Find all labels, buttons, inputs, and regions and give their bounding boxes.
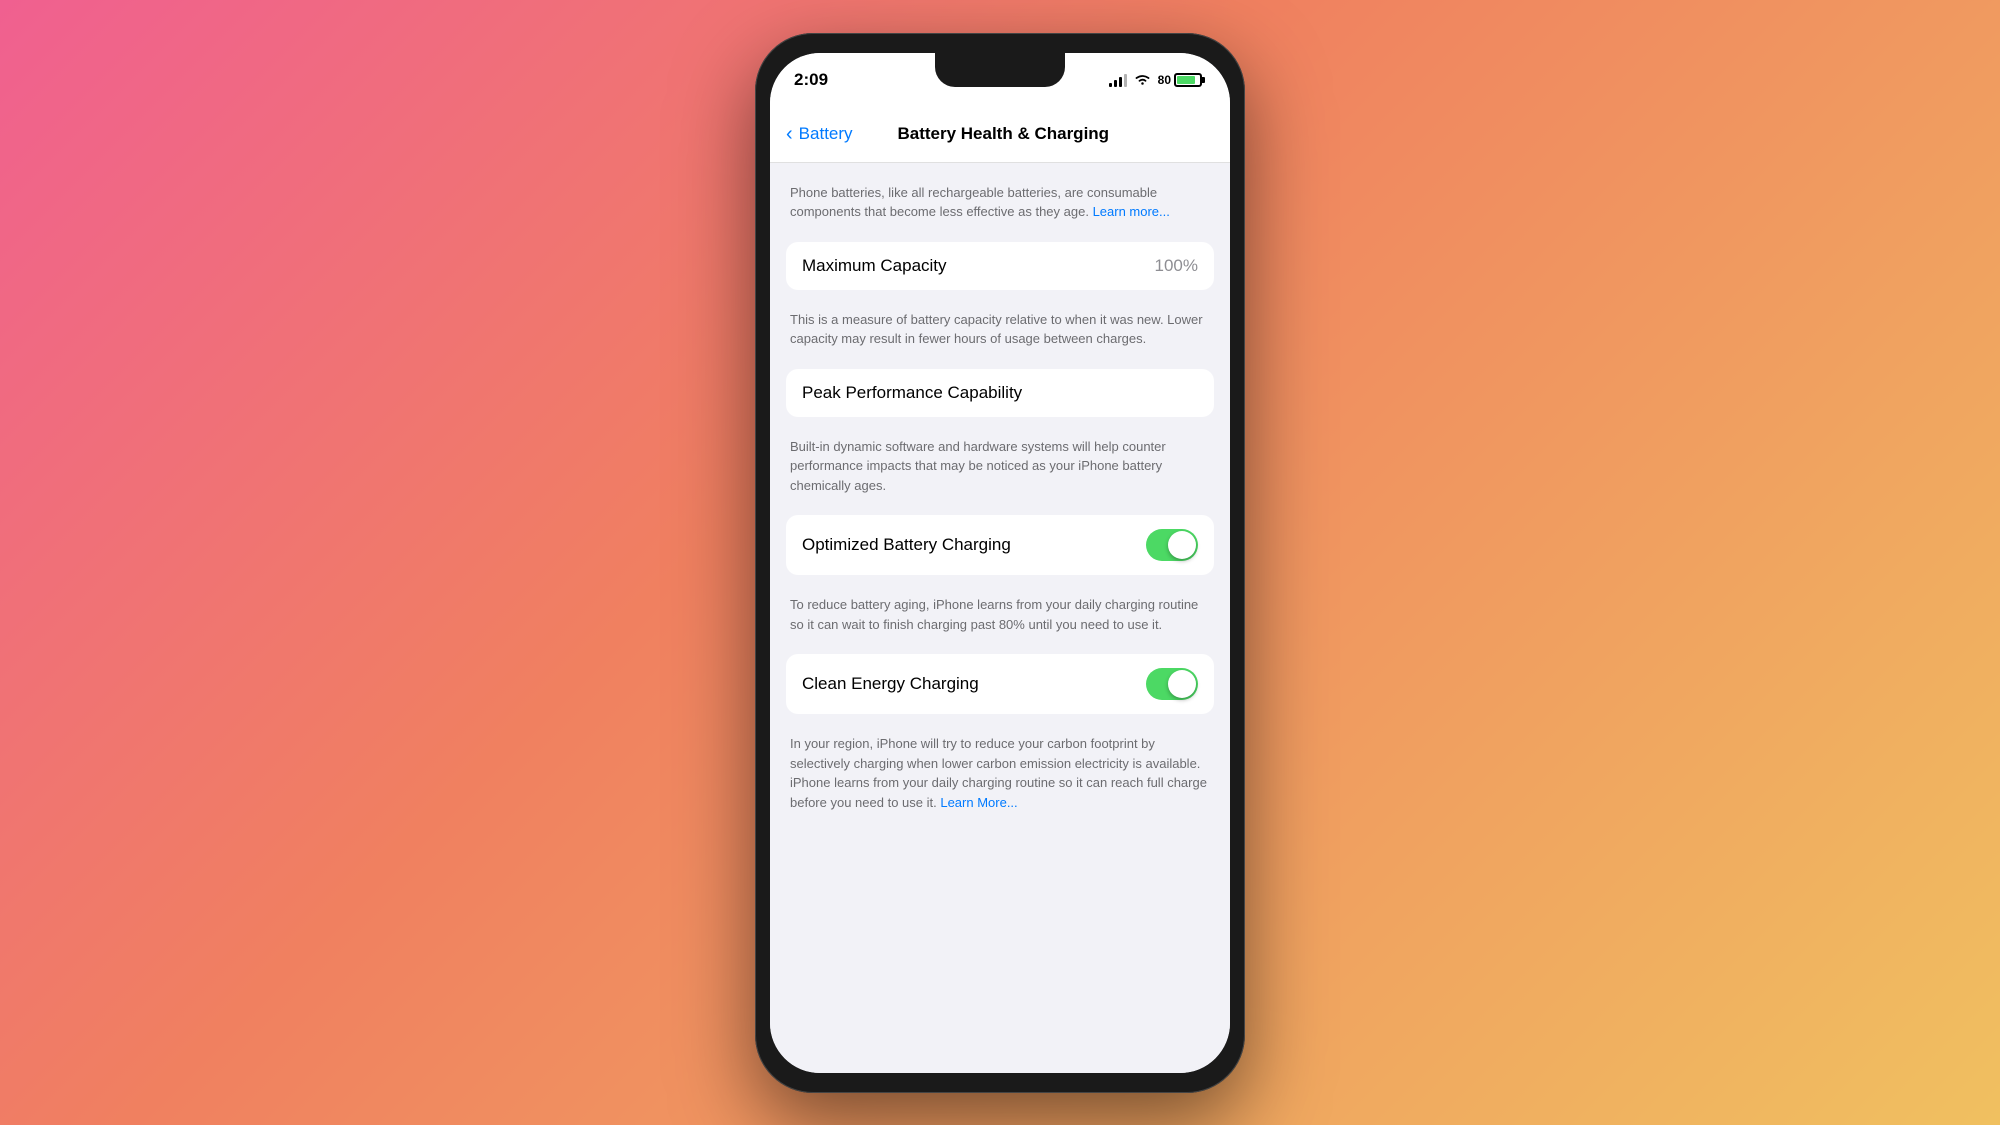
battery-percent: 80 xyxy=(1158,73,1171,87)
phone-notch xyxy=(935,53,1065,87)
optimized-charging-row: Optimized Battery Charging xyxy=(786,515,1214,575)
intro-learn-more-link[interactable]: Learn more... xyxy=(1093,204,1170,219)
optimized-charging-description: To reduce battery aging, iPhone learns f… xyxy=(786,595,1214,634)
maximum-capacity-card: Maximum Capacity 100% xyxy=(786,242,1214,290)
wifi-icon xyxy=(1134,73,1151,86)
battery-icon xyxy=(1174,73,1202,87)
navigation-bar: ‹ Battery Battery Health & Charging xyxy=(770,107,1230,163)
phone-screen: 2:09 80 ‹ xyxy=(770,53,1230,1073)
maximum-capacity-row: Maximum Capacity 100% xyxy=(786,242,1214,290)
battery-indicator: 80 xyxy=(1158,73,1202,87)
peak-performance-description: Built-in dynamic software and hardware s… xyxy=(786,437,1214,496)
signal-icon xyxy=(1109,73,1127,87)
status-time: 2:09 xyxy=(794,70,828,90)
maximum-capacity-value: 100% xyxy=(1155,256,1198,276)
back-label: Battery xyxy=(799,124,853,144)
optimized-charging-toggle[interactable] xyxy=(1146,529,1198,561)
clean-energy-row: Clean Energy Charging xyxy=(786,654,1214,714)
optimized-charging-label: Optimized Battery Charging xyxy=(802,535,1011,555)
intro-description: Phone batteries, like all rechargeable b… xyxy=(786,183,1214,222)
battery-fill xyxy=(1177,76,1195,84)
peak-performance-label: Peak Performance Capability xyxy=(802,383,1022,403)
clean-energy-toggle-knob xyxy=(1168,670,1196,698)
maximum-capacity-label: Maximum Capacity xyxy=(802,256,947,276)
maximum-capacity-description: This is a measure of battery capacity re… xyxy=(786,310,1214,349)
peak-performance-card: Peak Performance Capability xyxy=(786,369,1214,417)
clean-energy-toggle[interactable] xyxy=(1146,668,1198,700)
optimized-charging-card: Optimized Battery Charging xyxy=(786,515,1214,575)
clean-energy-description: In your region, iPhone will try to reduc… xyxy=(786,734,1214,812)
back-button[interactable]: ‹ Battery xyxy=(786,123,853,146)
phone-frame: 2:09 80 ‹ xyxy=(755,33,1245,1093)
clean-energy-learn-more-link[interactable]: Learn More... xyxy=(940,795,1017,810)
peak-performance-row: Peak Performance Capability xyxy=(786,369,1214,417)
back-chevron-icon: ‹ xyxy=(786,123,793,146)
toggle-knob xyxy=(1168,531,1196,559)
clean-energy-label: Clean Energy Charging xyxy=(802,674,979,694)
clean-energy-card: Clean Energy Charging xyxy=(786,654,1214,714)
content-area: Phone batteries, like all rechargeable b… xyxy=(770,163,1230,1073)
page-title: Battery Health & Charging xyxy=(853,124,1154,144)
status-icons: 80 xyxy=(1109,73,1202,87)
